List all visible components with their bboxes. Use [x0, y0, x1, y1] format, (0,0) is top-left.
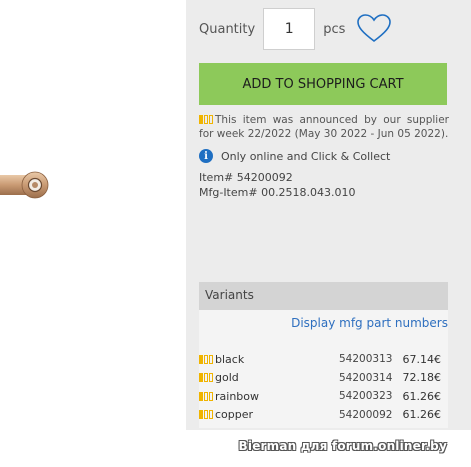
variants-section: Variants Display mfg part numbers black …	[199, 282, 448, 428]
variant-item-number: 54200092	[339, 408, 393, 421]
stock-indicator-icon	[199, 391, 213, 401]
variant-name: rainbow	[215, 389, 259, 403]
variant-name: black	[215, 352, 245, 366]
add-to-cart-button[interactable]: ADD TO SHOPPING CART	[199, 63, 447, 105]
variant-price: 61.26€	[402, 408, 442, 422]
availability-info: i Only online and Click & Collect	[199, 149, 390, 163]
variant-price: 61.26€	[402, 389, 442, 403]
purchase-panel: Quantity pcs ADD TO SHOPPING CART This i…	[186, 0, 471, 430]
variants-header: Variants	[199, 282, 448, 310]
stock-indicator-icon	[199, 410, 213, 420]
variant-name: gold	[215, 371, 239, 385]
supplier-announcement: This item was announced by our supplier …	[199, 113, 449, 141]
mfg-item-number: Mfg-Item# 00.2518.043.010	[199, 186, 356, 199]
display-mfg-part-numbers-link[interactable]: Display mfg part numbers	[199, 310, 448, 350]
quantity-input[interactable]	[263, 8, 316, 50]
variant-row[interactable]: gold 54200314 72.18€	[199, 369, 448, 388]
variant-row[interactable]: black 54200313 67.14€	[199, 350, 448, 369]
chain-link-image	[0, 171, 49, 199]
variant-price: 72.18€	[402, 371, 442, 385]
quantity-unit: pcs	[323, 21, 346, 37]
availability-text: Only online and Click & Collect	[221, 149, 391, 163]
variant-item-number: 54200314	[339, 371, 393, 384]
info-icon: i	[199, 149, 213, 163]
item-meta: Item# 54200092 Mfg-Item# 00.2518.043.010	[199, 170, 356, 200]
stock-indicator-icon	[199, 354, 213, 364]
stock-indicator-icon	[199, 373, 213, 383]
product-image-area	[0, 0, 186, 430]
announcement-text: This item was announced by our supplier …	[199, 114, 449, 140]
variant-row[interactable]: copper 54200092 61.26€	[199, 406, 448, 425]
variant-item-number: 54200313	[339, 353, 393, 366]
variant-name: copper	[215, 408, 254, 422]
heart-outline-icon[interactable]	[357, 14, 392, 44]
item-number: Item# 54200092	[199, 171, 293, 184]
quantity-label: Quantity	[199, 21, 256, 37]
variant-price: 67.14€	[402, 352, 442, 366]
quantity-row: Quantity pcs	[199, 7, 459, 51]
watermark: Bierman для forum.onliner.by	[238, 439, 447, 453]
variants-body: Display mfg part numbers black 54200313 …	[199, 310, 448, 428]
stock-indicator-icon	[199, 115, 213, 124]
variant-row[interactable]: rainbow 54200323 61.26€	[199, 387, 448, 406]
variant-item-number: 54200323	[339, 390, 393, 403]
